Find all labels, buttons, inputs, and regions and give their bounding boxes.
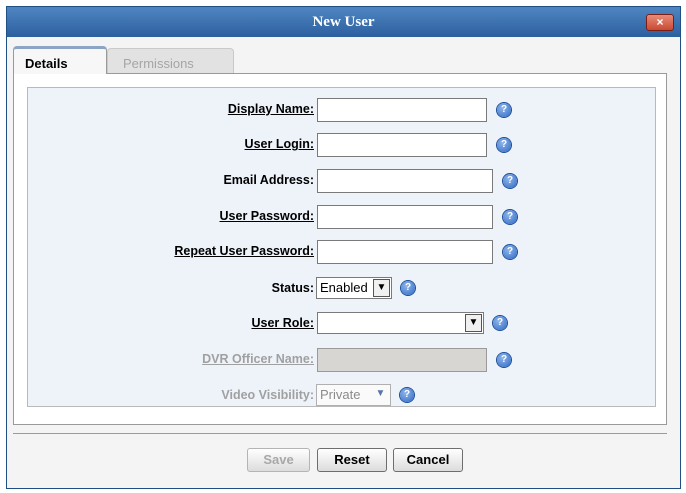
- user-password-input[interactable]: [317, 205, 493, 229]
- repeat-user-password-label: Repeat User Password:: [174, 244, 314, 258]
- dvr-officer-name-label: DVR Officer Name:: [202, 352, 314, 366]
- video-visibility-select: Private ▼: [316, 384, 391, 406]
- reset-button[interactable]: Reset: [317, 448, 387, 472]
- close-icon: ×: [656, 15, 664, 29]
- display-name-help-icon[interactable]: ?: [497, 103, 511, 117]
- dialog-titlebar[interactable]: New User ×: [7, 7, 680, 37]
- status-label: Status:: [271, 281, 314, 295]
- user-role-help-icon[interactable]: ?: [493, 316, 507, 330]
- tab-permissions[interactable]: Permissions: [107, 48, 234, 74]
- user-password-help-icon[interactable]: ?: [503, 210, 517, 224]
- user-password-label: User Password:: [219, 209, 314, 223]
- status-select[interactable]: Enabled ▼: [316, 277, 392, 299]
- user-role-select[interactable]: ▼: [317, 312, 484, 334]
- status-value: Enabled: [320, 280, 368, 295]
- dialog-title: New User: [312, 14, 375, 30]
- user-login-input[interactable]: [317, 133, 487, 157]
- close-button[interactable]: ×: [646, 14, 674, 31]
- footer-divider: [13, 433, 667, 434]
- user-login-label: User Login:: [244, 137, 314, 151]
- email-address-input[interactable]: [317, 169, 493, 193]
- video-visibility-value: Private: [320, 387, 361, 402]
- details-panel: Display Name: ? User Login: ? Email Addr…: [13, 73, 667, 425]
- repeat-user-password-input[interactable]: [317, 240, 493, 264]
- status-help-icon[interactable]: ?: [401, 281, 415, 295]
- user-role-label: User Role:: [251, 316, 314, 330]
- user-login-help-icon[interactable]: ?: [497, 138, 511, 152]
- email-address-help-icon[interactable]: ?: [503, 174, 517, 188]
- chevron-down-icon[interactable]: ▼: [373, 279, 390, 297]
- repeat-user-password-help-icon[interactable]: ?: [503, 245, 517, 259]
- display-name-label: Display Name:: [227, 102, 314, 116]
- tab-details[interactable]: Details: [13, 46, 107, 74]
- chevron-down-icon: ▼: [375, 388, 386, 399]
- save-button[interactable]: Save: [247, 448, 310, 472]
- cancel-button[interactable]: Cancel: [393, 448, 463, 472]
- video-visibility-help-icon[interactable]: ?: [400, 388, 414, 402]
- email-address-label: Email Address:: [223, 173, 314, 187]
- display-name-input[interactable]: [317, 98, 487, 122]
- chevron-down-icon[interactable]: ▼: [465, 314, 482, 332]
- dvr-officer-name-input: [317, 348, 487, 372]
- video-visibility-label: Video Visibility:: [221, 388, 314, 402]
- user-details-form: Display Name: ? User Login: ? Email Addr…: [27, 87, 656, 407]
- dvr-officer-name-help-icon[interactable]: ?: [497, 353, 511, 367]
